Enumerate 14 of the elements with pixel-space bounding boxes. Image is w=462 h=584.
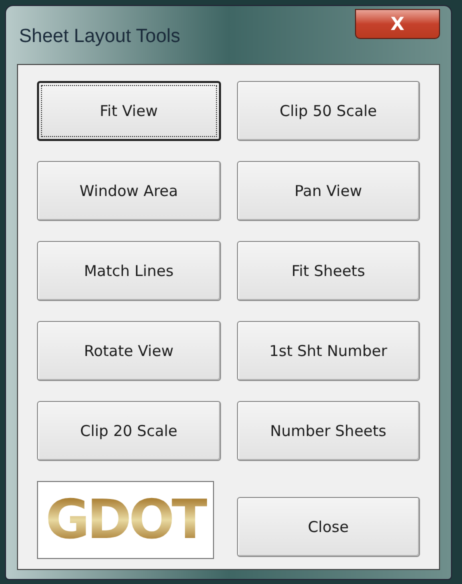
tool-button[interactable]: Pan View	[236, 161, 420, 221]
close-window-button[interactable]: X	[355, 9, 440, 39]
tool-button[interactable]: Clip 50 Scale	[236, 81, 420, 141]
tool-button[interactable]: Window Area	[37, 161, 220, 221]
tool-button[interactable]: Fit Sheets	[236, 241, 420, 301]
gdot-logo: GDOT	[37, 481, 214, 559]
tool-button[interactable]: Fit View	[37, 81, 220, 141]
tool-button[interactable]: Close	[236, 497, 420, 557]
tool-button[interactable]: Rotate View	[37, 321, 220, 381]
tool-button[interactable]: 1st Sht Number	[236, 321, 420, 381]
tool-button[interactable]: Match Lines	[37, 241, 220, 301]
tool-button[interactable]: Clip 20 Scale	[37, 401, 220, 461]
window-title: Sheet Layout Tools	[19, 25, 180, 49]
tool-button[interactable]: Number Sheets	[236, 401, 420, 461]
